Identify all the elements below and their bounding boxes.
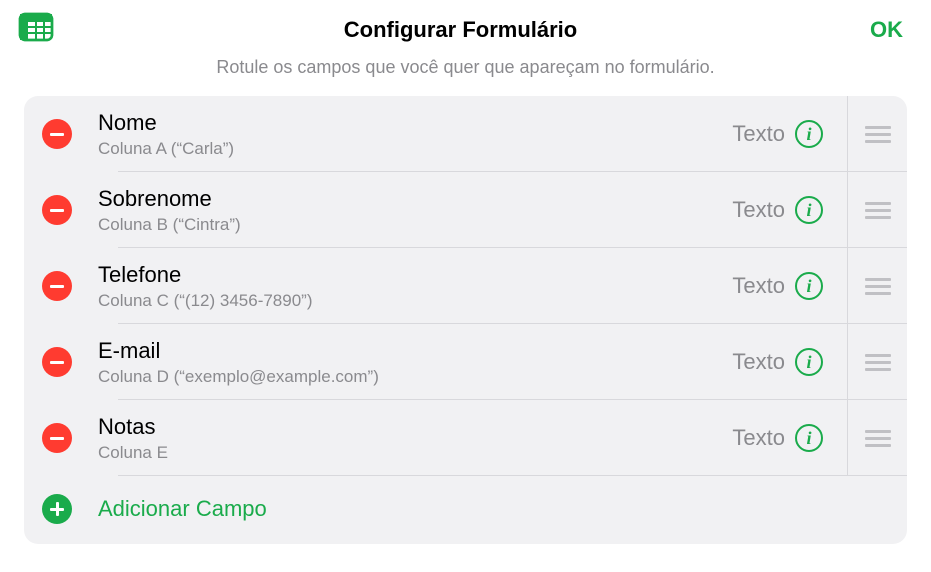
field-label[interactable]: Telefone bbox=[98, 261, 732, 289]
field-info-button[interactable]: i bbox=[795, 348, 823, 376]
info-icon: i bbox=[806, 277, 811, 295]
minus-icon bbox=[50, 361, 64, 364]
delete-field-button[interactable] bbox=[42, 271, 72, 301]
delete-field-button[interactable] bbox=[42, 423, 72, 453]
field-label[interactable]: Sobrenome bbox=[98, 185, 732, 213]
add-field-button[interactable]: Adicionar Campo bbox=[24, 476, 907, 544]
drag-icon bbox=[865, 278, 891, 295]
field-row: E-mail Coluna D (“exemplo@example.com”) … bbox=[24, 324, 907, 400]
field-type-label: Texto bbox=[732, 197, 785, 223]
field-row: Nome Coluna A (“Carla”) Texto i bbox=[24, 96, 907, 172]
drag-handle[interactable] bbox=[847, 96, 907, 172]
table-icon[interactable] bbox=[18, 12, 54, 47]
minus-icon bbox=[50, 209, 64, 212]
field-label[interactable]: E-mail bbox=[98, 337, 732, 365]
add-field-label: Adicionar Campo bbox=[98, 496, 267, 522]
field-info-button[interactable]: i bbox=[795, 120, 823, 148]
drag-handle[interactable] bbox=[847, 324, 907, 400]
fields-list: Nome Coluna A (“Carla”) Texto i Sobrenom… bbox=[24, 96, 907, 544]
info-icon: i bbox=[806, 125, 811, 143]
delete-field-button[interactable] bbox=[42, 347, 72, 377]
field-info-button[interactable]: i bbox=[795, 424, 823, 452]
field-row: Telefone Coluna C (“(12) 3456-7890”) Tex… bbox=[24, 248, 907, 324]
field-type-label: Texto bbox=[732, 349, 785, 375]
minus-icon bbox=[50, 437, 64, 440]
field-type-label: Texto bbox=[732, 273, 785, 299]
drag-handle[interactable] bbox=[847, 400, 907, 476]
field-type-label: Texto bbox=[732, 121, 785, 147]
info-icon: i bbox=[806, 201, 811, 219]
drag-handle[interactable] bbox=[847, 172, 907, 248]
page-title: Configurar Formulário bbox=[78, 17, 843, 43]
field-description: Coluna A (“Carla”) bbox=[98, 139, 732, 159]
delete-field-button[interactable] bbox=[42, 119, 72, 149]
drag-icon bbox=[865, 202, 891, 219]
field-row: Sobrenome Coluna B (“Cintra”) Texto i bbox=[24, 172, 907, 248]
field-description: Coluna D (“exemplo@example.com”) bbox=[98, 367, 732, 387]
ok-button[interactable]: OK bbox=[870, 17, 903, 42]
field-type-label: Texto bbox=[732, 425, 785, 451]
plus-icon bbox=[42, 494, 72, 524]
info-icon: i bbox=[806, 353, 811, 371]
drag-handle[interactable] bbox=[847, 248, 907, 324]
field-label[interactable]: Notas bbox=[98, 413, 732, 441]
field-description: Coluna E bbox=[98, 443, 732, 463]
field-description: Coluna C (“(12) 3456-7890”) bbox=[98, 291, 732, 311]
field-row: Notas Coluna E Texto i bbox=[24, 400, 907, 476]
minus-icon bbox=[50, 285, 64, 288]
drag-icon bbox=[865, 354, 891, 371]
page-subtitle: Rotule os campos que você quer que apare… bbox=[0, 51, 931, 96]
drag-icon bbox=[865, 126, 891, 143]
field-info-button[interactable]: i bbox=[795, 196, 823, 224]
minus-icon bbox=[50, 133, 64, 136]
field-label[interactable]: Nome bbox=[98, 109, 732, 137]
info-icon: i bbox=[806, 429, 811, 447]
drag-icon bbox=[865, 430, 891, 447]
field-description: Coluna B (“Cintra”) bbox=[98, 215, 732, 235]
delete-field-button[interactable] bbox=[42, 195, 72, 225]
field-info-button[interactable]: i bbox=[795, 272, 823, 300]
